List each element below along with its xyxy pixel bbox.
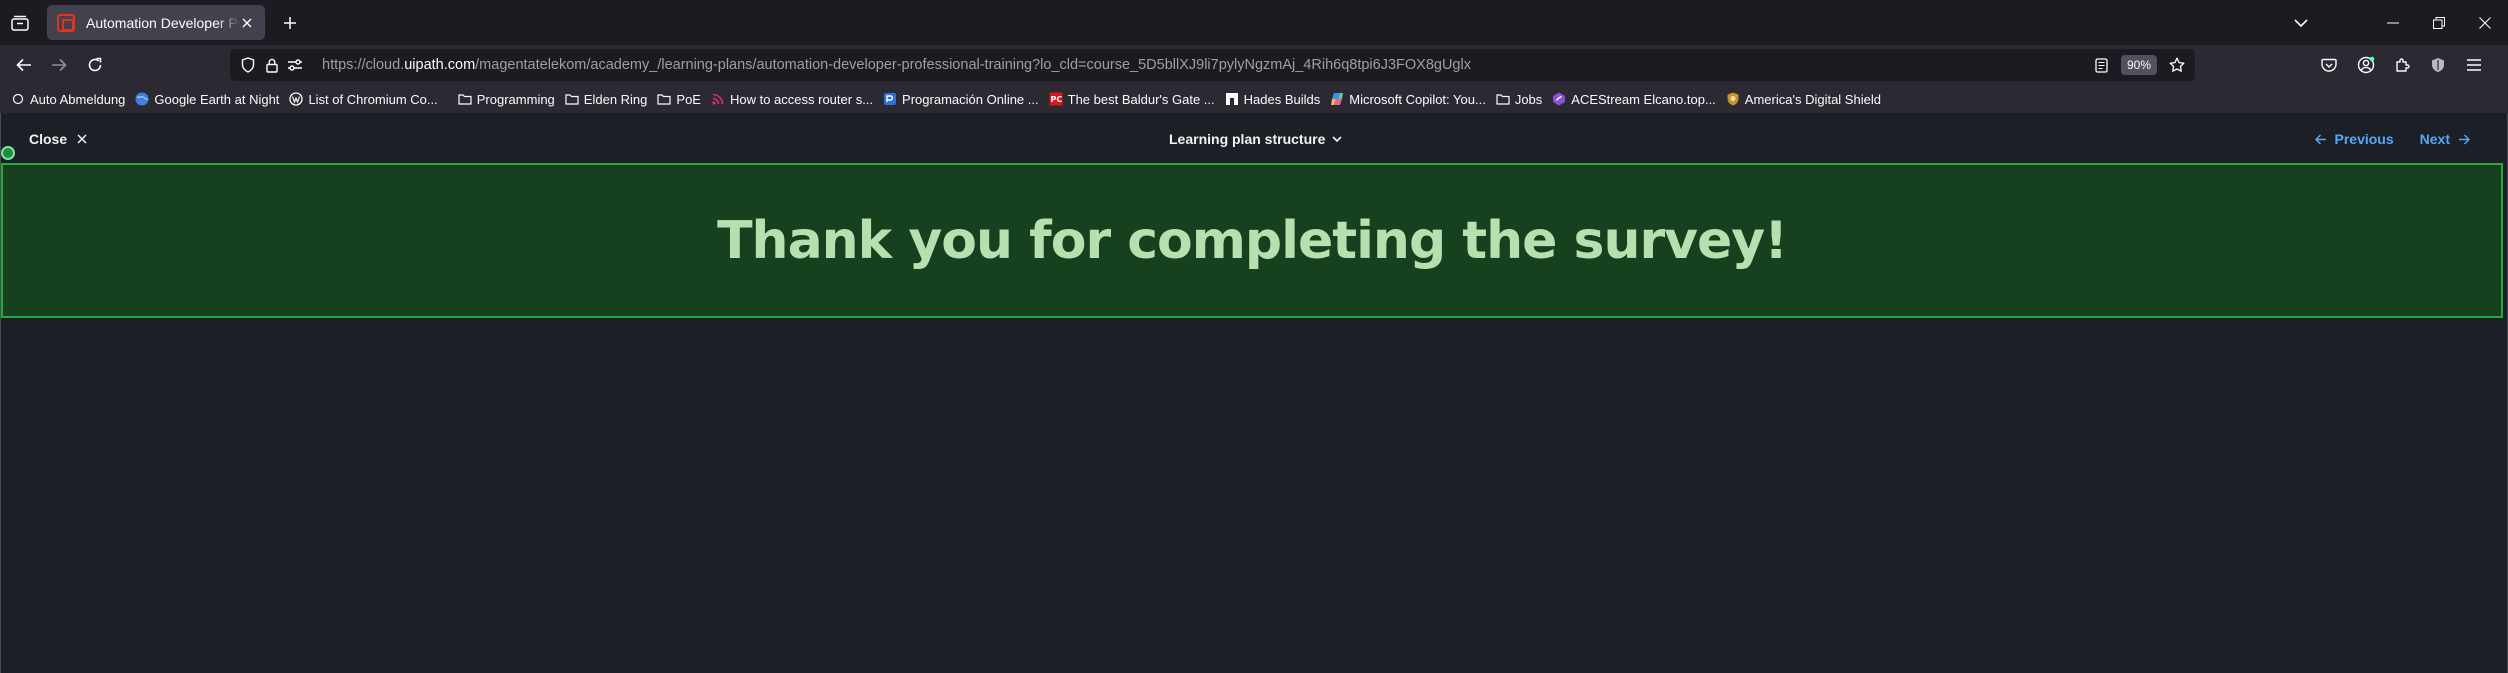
bookmark-microsoft-copilot[interactable]: Microsoft Copilot: You... [1328,88,1492,110]
close-course-button[interactable]: Close [29,131,87,147]
course-player-header: Close Learning plan structure Previous N… [1,113,2507,163]
bookmarks-toolbar: Auto Abmeldung Google Earth at Night Lis… [0,85,2508,113]
svg-text:PC: PC [1050,95,1062,104]
bookmark-label: America's Digital Shield [1744,91,1881,107]
arrow-left-icon [2314,133,2327,145]
bookmark-label: How to access router s... [729,91,874,107]
account-icon[interactable] [2352,51,2380,79]
survey-complete-message: Thank you for completing the survey! [717,210,1788,271]
permissions-icon[interactable] [285,55,305,75]
tab-overview-icon[interactable] [6,9,34,37]
bookmark-hades-builds[interactable]: Hades Builds [1223,88,1327,110]
url-path: /magentatelekom/academy_/learning-plans/… [475,57,1471,73]
folder-icon [657,92,672,106]
focus-indicator-icon [1,146,15,160]
chevron-down-icon [1332,135,1342,143]
new-tab-icon[interactable] [278,11,302,35]
bookmark-label: List of Chromium Co... [308,91,438,107]
close-window-icon[interactable] [2462,0,2508,45]
globe-icon [135,92,149,106]
bookmark-label: Elden Ring [583,91,648,107]
pocket-icon[interactable] [2315,51,2343,79]
bookmark-americas-digital-shield[interactable]: America's Digital Shield [1724,88,1887,110]
restore-window-icon[interactable] [2416,0,2462,45]
bookmark-auto-abmeldung[interactable]: Auto Abmeldung [9,88,131,110]
uipath-favicon-icon [57,13,75,32]
page-content: Close Learning plan structure Previous N… [0,113,2508,673]
plain-link-icon [11,92,25,106]
bookmark-chromium-list[interactable]: List of Chromium Co... [287,88,443,110]
bookmark-programacion-online[interactable]: Programación Online ... [881,88,1045,110]
bookmark-router-access[interactable]: How to access router s... [709,88,879,110]
bookmark-folder-poe[interactable]: PoE [655,88,707,110]
arrow-right-icon [2458,133,2470,145]
site-icon [883,92,897,106]
address-bar[interactable]: https://cloud.uipath.com/magentatelekom/… [230,49,2195,81]
bookmark-acestream[interactable]: ACEStream Elcano.top... [1550,88,1722,110]
minimize-window-icon[interactable] [2370,0,2416,45]
zoom-level-badge[interactable]: 90% [2121,55,2158,75]
pcgamer-icon: PC [1049,92,1063,106]
acestream-icon [1552,92,1566,106]
copilot-icon [1330,92,1344,106]
bookmark-folder-programming[interactable]: Programming [456,88,561,110]
bookmark-baldurs-gate[interactable]: PC The best Baldur's Gate ... [1047,88,1221,110]
folder-icon [1496,92,1510,106]
extensions-icon[interactable] [2388,51,2416,79]
bookmark-label: Google Earth at Night [154,91,280,107]
close-tab-icon[interactable] [240,15,255,31]
rss-icon [711,92,725,106]
bookmark-label: ACEStream Elcano.top... [1571,91,1716,107]
bookmark-label: Hades Builds [1243,91,1321,107]
previous-label: Previous [2334,131,2394,147]
forward-icon[interactable] [45,51,73,79]
bookmark-folder-elden-ring[interactable]: Elden Ring [563,88,654,110]
bookmark-folder-jobs[interactable]: Jobs [1494,88,1548,110]
tab-title: Automation Developer Professional Traini… [86,14,240,31]
bookmark-label: Microsoft Copilot: You... [1349,91,1486,107]
bookmark-star-icon[interactable] [2167,55,2187,75]
learning-plan-structure-dropdown[interactable]: Learning plan structure [1169,131,1342,147]
plan-structure-label: Learning plan structure [1169,131,1326,147]
tracking-protection-shield-icon[interactable] [238,55,258,75]
hades-icon [1225,92,1239,106]
list-all-tabs-icon[interactable] [2289,11,2313,35]
previous-button[interactable]: Previous [2314,131,2394,147]
bookmark-google-earth[interactable]: Google Earth at Night [133,88,285,110]
shield-extension-icon[interactable] [2424,51,2452,79]
reload-icon[interactable] [81,51,109,79]
reader-view-icon[interactable] [2091,55,2111,75]
bookmark-label: Programación Online ... [902,91,1039,107]
bookmark-label: The best Baldur's Gate ... [1067,91,1215,107]
folder-icon [458,92,472,106]
app-menu-icon[interactable] [2460,51,2488,79]
survey-complete-banner: Thank you for completing the survey! [1,163,2503,318]
bookmark-label: Auto Abmeldung [30,91,126,107]
next-label: Next [2419,131,2450,147]
url-text[interactable]: https://cloud.uipath.com/magentatelekom/… [322,57,1471,73]
close-icon [77,134,87,144]
tab-strip: Automation Developer Professional Traini… [0,0,2508,45]
navigation-toolbar: https://cloud.uipath.com/magentatelekom/… [0,45,2508,85]
back-icon[interactable] [10,51,38,79]
url-domain: uipath.com [404,57,476,73]
next-button[interactable]: Next [2420,131,2470,147]
shield-badge-icon [1726,92,1740,106]
folder-icon [565,92,579,106]
close-label: Close [29,131,68,147]
wordpress-icon [289,92,304,106]
bookmark-label: Programming [476,91,555,107]
lock-icon[interactable] [262,55,282,75]
url-prefix: https://cloud. [322,57,405,73]
browser-tab[interactable]: Automation Developer Professional Traini… [47,5,265,40]
bookmark-label: PoE [676,91,701,107]
bookmark-label: Jobs [1514,91,1543,107]
